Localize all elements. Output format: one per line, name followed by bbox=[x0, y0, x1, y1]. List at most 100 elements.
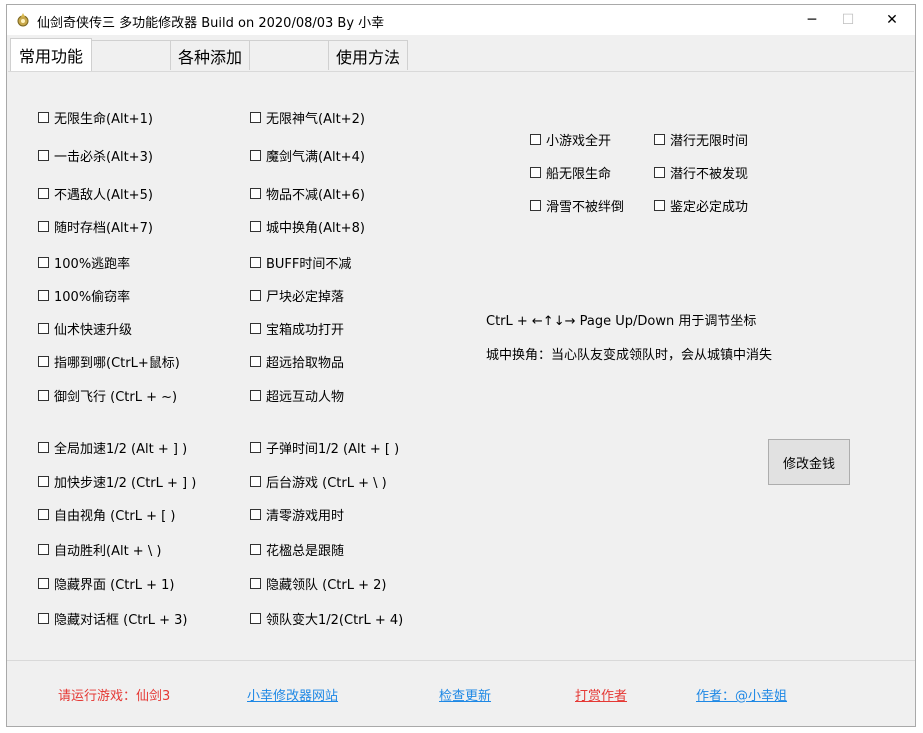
cheat-checkbox[interactable]: 超远互动人物 bbox=[250, 386, 344, 405]
checkbox-label: 随时存档(Alt+7) bbox=[54, 221, 153, 236]
maximize-button[interactable]: ☐ bbox=[825, 5, 871, 35]
author-link[interactable]: 作者：@小幸姐 bbox=[696, 685, 787, 704]
checkbox-label: 花楹总是跟随 bbox=[266, 544, 345, 559]
cheat-checkbox[interactable]: 100%偷窃率 bbox=[38, 286, 130, 305]
website-link[interactable]: 小幸修改器网站 bbox=[247, 685, 338, 704]
checkbox-label: 指哪到哪(CtrL+鼠标) bbox=[54, 356, 180, 371]
checkbox-box[interactable] bbox=[38, 578, 49, 589]
checkbox-box[interactable] bbox=[530, 200, 541, 211]
checkbox-box[interactable] bbox=[530, 167, 541, 178]
checkbox-box[interactable] bbox=[250, 150, 261, 161]
cheat-checkbox[interactable]: 城中换角(Alt+8) bbox=[250, 217, 365, 236]
cheat-checkbox[interactable]: 指哪到哪(CtrL+鼠标) bbox=[38, 352, 180, 371]
checkbox-box[interactable] bbox=[250, 613, 261, 624]
checkbox-box[interactable] bbox=[654, 134, 665, 145]
cheat-checkbox[interactable]: 随时存档(Alt+7) bbox=[38, 217, 153, 236]
checkbox-box[interactable] bbox=[38, 509, 49, 520]
cheat-checkbox[interactable]: 隐藏界面 (CtrL + 1) bbox=[38, 574, 174, 593]
checkbox-label: 后台游戏 (CtrL + \ ) bbox=[266, 476, 387, 491]
checkbox-box[interactable] bbox=[38, 613, 49, 624]
checkbox-box[interactable] bbox=[38, 257, 49, 268]
donate-link[interactable]: 打赏作者 bbox=[575, 685, 627, 704]
checkbox-box[interactable] bbox=[250, 476, 261, 487]
coordinate-hint: CtrL + ←↑↓→ Page Up/Down 用于调节坐标 bbox=[486, 314, 757, 329]
cheat-checkbox[interactable]: 无限生命(Alt+1) bbox=[38, 108, 153, 127]
cheat-checkbox[interactable]: 无限神气(Alt+2) bbox=[250, 108, 365, 127]
minigame-checkbox[interactable]: 滑雪不被绊倒 bbox=[530, 196, 624, 215]
tab-bar: 常用功能 各种添加 使用方法 bbox=[7, 38, 915, 72]
cheat-checkbox[interactable]: 不遇敌人(Alt+5) bbox=[38, 184, 153, 203]
cheat-checkbox[interactable]: 宝箱成功打开 bbox=[250, 319, 344, 338]
minigame-checkbox[interactable]: 潜行无限时间 bbox=[654, 130, 748, 149]
tab-label: 使用方法 bbox=[335, 47, 400, 67]
cheat-checkbox[interactable]: 隐藏领队 (CtrL + 2) bbox=[250, 574, 386, 593]
checkbox-box[interactable] bbox=[38, 323, 49, 334]
cheat-checkbox[interactable]: 尸块必定掉落 bbox=[250, 286, 344, 305]
checkbox-label: 隐藏对话框 (CtrL + 3) bbox=[54, 613, 188, 628]
cheat-checkbox[interactable]: BUFF时间不减 bbox=[250, 253, 351, 272]
minigame-checkbox[interactable]: 小游戏全开 bbox=[530, 130, 611, 149]
minigame-checkbox[interactable]: 潜行不被发现 bbox=[654, 163, 748, 182]
cheat-checkbox[interactable]: 加快步速1/2 (CtrL + ] ) bbox=[38, 472, 196, 491]
cheat-checkbox[interactable]: 花楹总是跟随 bbox=[250, 540, 344, 559]
tab-common[interactable]: 常用功能 bbox=[10, 38, 92, 71]
checkbox-box[interactable] bbox=[654, 167, 665, 178]
checkbox-box[interactable] bbox=[38, 112, 49, 123]
checkbox-box[interactable] bbox=[250, 221, 261, 232]
checkbox-label: 子弹时间1/2 (Alt + [ ) bbox=[266, 442, 400, 457]
cheat-checkbox[interactable]: 隐藏对话框 (CtrL + 3) bbox=[38, 609, 187, 628]
tab-add[interactable]: 各种添加 bbox=[170, 40, 250, 70]
cheat-checkbox[interactable]: 自由视角 (CtrL + [ ) bbox=[38, 505, 175, 524]
checkbox-box[interactable] bbox=[38, 476, 49, 487]
checkbox-box[interactable] bbox=[250, 390, 261, 401]
checkbox-box[interactable] bbox=[38, 356, 49, 367]
minigame-checkbox[interactable]: 船无限生命 bbox=[530, 163, 611, 182]
checkbox-box[interactable] bbox=[250, 578, 261, 589]
checkbox-label: 100%偷窃率 bbox=[54, 290, 131, 305]
checkbox-label: 隐藏界面 (CtrL + 1) bbox=[54, 578, 175, 593]
tab-label: 各种添加 bbox=[177, 47, 242, 67]
checkbox-box[interactable] bbox=[530, 134, 541, 145]
checkbox-box[interactable] bbox=[250, 257, 261, 268]
checkbox-box[interactable] bbox=[38, 188, 49, 199]
modify-money-button[interactable]: 修改金钱 bbox=[768, 439, 850, 485]
checkbox-label: 超远拾取物品 bbox=[266, 356, 345, 371]
checkbox-box[interactable] bbox=[250, 112, 261, 123]
checkbox-box[interactable] bbox=[250, 544, 261, 555]
checkbox-box[interactable] bbox=[38, 442, 49, 453]
cheat-checkbox[interactable]: 超远拾取物品 bbox=[250, 352, 344, 371]
checkbox-box[interactable] bbox=[654, 200, 665, 211]
checkbox-box[interactable] bbox=[250, 442, 261, 453]
tab-label: 常用功能 bbox=[18, 47, 83, 66]
checkbox-label: 清零游戏用时 bbox=[266, 509, 345, 524]
checkbox-box[interactable] bbox=[250, 356, 261, 367]
cheat-checkbox[interactable]: 魔剑气满(Alt+4) bbox=[250, 146, 365, 165]
checkbox-box[interactable] bbox=[250, 509, 261, 520]
cheat-checkbox[interactable]: 子弹时间1/2 (Alt + [ ) bbox=[250, 438, 399, 457]
checkbox-box[interactable] bbox=[38, 290, 49, 301]
cheat-checkbox[interactable]: 领队变大1/2(CtrL + 4) bbox=[250, 609, 403, 628]
checkbox-label: 领队变大1/2(CtrL + 4) bbox=[266, 613, 404, 628]
cheat-checkbox[interactable]: 御剑飞行 (CtrL + ~) bbox=[38, 386, 177, 405]
minigame-checkbox[interactable]: 鉴定必定成功 bbox=[654, 196, 748, 215]
checkbox-box[interactable] bbox=[250, 290, 261, 301]
checkbox-label: 100%逃跑率 bbox=[54, 257, 131, 272]
cheat-checkbox[interactable]: 物品不减(Alt+6) bbox=[250, 184, 365, 203]
cheat-checkbox[interactable]: 后台游戏 (CtrL + \ ) bbox=[250, 472, 387, 491]
checkbox-box[interactable] bbox=[38, 390, 49, 401]
cheat-checkbox[interactable]: 全局加速1/2 (Alt + ] ) bbox=[38, 438, 187, 457]
tab-usage[interactable]: 使用方法 bbox=[328, 40, 408, 70]
checkbox-box[interactable] bbox=[38, 221, 49, 232]
cheat-checkbox[interactable]: 清零游戏用时 bbox=[250, 505, 344, 524]
checkbox-box[interactable] bbox=[38, 544, 49, 555]
checkbox-box[interactable] bbox=[38, 150, 49, 161]
cheat-checkbox[interactable]: 仙术快速升级 bbox=[38, 319, 132, 338]
checkbox-box[interactable] bbox=[250, 188, 261, 199]
cheat-checkbox[interactable]: 自动胜利(Alt + \ ) bbox=[38, 540, 161, 559]
close-button[interactable]: ✕ bbox=[869, 5, 915, 35]
cheat-checkbox[interactable]: 100%逃跑率 bbox=[38, 253, 130, 272]
check-update-link[interactable]: 检查更新 bbox=[439, 685, 491, 704]
cheat-checkbox[interactable]: 一击必杀(Alt+3) bbox=[38, 146, 153, 165]
checkbox-box[interactable] bbox=[250, 323, 261, 334]
checkbox-label: 潜行不被发现 bbox=[670, 167, 749, 182]
